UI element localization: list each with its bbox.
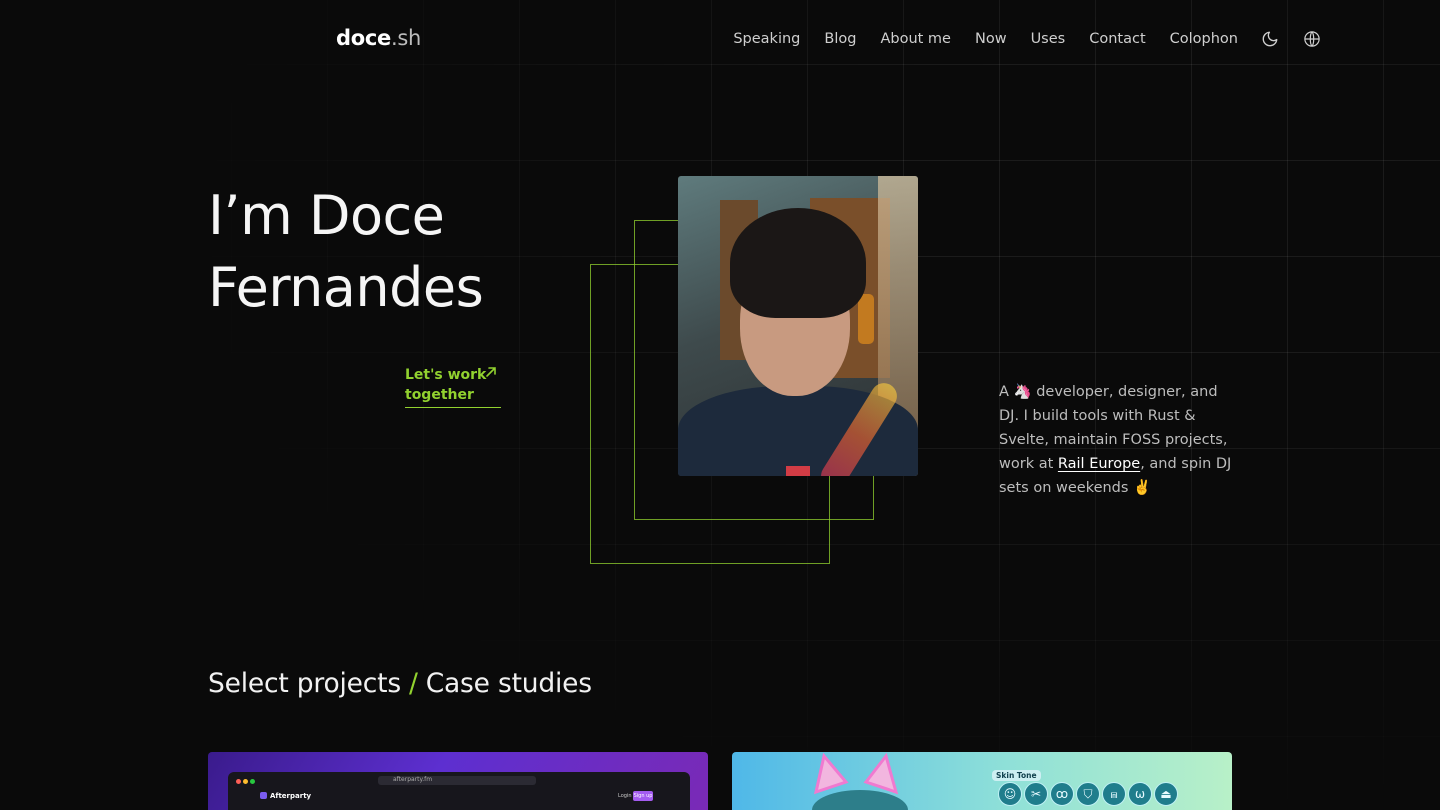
profile-photo: [678, 176, 918, 476]
afterparty-logo: Afterparty: [260, 792, 311, 800]
shirt-icon: ⛉: [1076, 782, 1100, 806]
project-card-avatar-builder[interactable]: Skin Tone ☺ ✂ ꝏ ⛉ ⩎ ω ⏏: [732, 752, 1232, 810]
nav-uses[interactable]: Uses: [1031, 31, 1066, 47]
globe-icon: [1304, 31, 1320, 47]
nav-blog[interactable]: Blog: [824, 31, 856, 47]
afterparty-signup: Sign up: [633, 791, 653, 801]
moon-icon: [1262, 31, 1278, 47]
unicorn-icon: 🦄: [1013, 384, 1032, 400]
main-nav: Speaking Blog About me Now Uses Contact …: [709, 29, 1322, 49]
work-together-link[interactable]: Let's work together: [405, 365, 501, 408]
nav-about-me[interactable]: About me: [880, 31, 951, 47]
eyes-icon: ꝏ: [1050, 782, 1074, 806]
rail-europe-link[interactable]: Rail Europe: [1058, 456, 1140, 472]
hero-title: I’m Doce Fernandes: [208, 180, 484, 324]
projects-section-title: Select projects / Case studies: [208, 668, 592, 699]
window-maximize-dot: [250, 779, 255, 784]
nav-contact[interactable]: Contact: [1089, 31, 1145, 47]
nav-speaking[interactable]: Speaking: [733, 31, 800, 47]
case-studies-title: Case studies: [425, 668, 592, 699]
hero-title-line1: I’m Doce: [208, 184, 445, 247]
avatar-toolbar: ☺ ✂ ꝏ ⛉ ⩎ ω ⏏: [998, 782, 1180, 806]
hero-title-line2: Fernandes: [208, 256, 484, 319]
afterparty-login: Login: [618, 793, 632, 799]
brand-suffix: .sh: [390, 26, 421, 50]
nav-now[interactable]: Now: [975, 31, 1007, 47]
peace-sign-icon: ✌️: [1133, 480, 1152, 496]
window-minimize-dot: [243, 779, 248, 784]
skin-tone-label: Skin Tone: [992, 770, 1041, 781]
pants-icon: ⩎: [1102, 782, 1126, 806]
cta-label: Let's work together: [405, 367, 487, 403]
browser-url: afterparty.fm: [393, 776, 433, 783]
scissors-icon: ✂: [1024, 782, 1048, 806]
site-logo[interactable]: doce.sh: [336, 26, 421, 50]
photo-shirt-tag: [786, 466, 810, 476]
arrow-up-right-icon: [486, 367, 496, 377]
projects-title: Select projects: [208, 668, 401, 699]
theme-toggle-button[interactable]: [1260, 29, 1280, 49]
bio-text: A 🦄 developer, designer, and DJ. I build…: [999, 380, 1239, 500]
photo-bottle: [858, 294, 874, 344]
face-icon: ☺: [998, 782, 1022, 806]
mustache-icon: ω: [1128, 782, 1152, 806]
title-separator: /: [408, 668, 418, 699]
browser-mockup: afterparty.fm Afterparty Login Sign up: [228, 772, 690, 810]
shoe-icon: ⏏: [1154, 782, 1178, 806]
photo-hair: [730, 208, 866, 318]
project-card-afterparty[interactable]: afterparty.fm Afterparty Login Sign up: [208, 752, 708, 810]
bio-prefix: A: [999, 384, 1009, 400]
language-button[interactable]: [1302, 29, 1322, 49]
brand-main: doce: [336, 26, 391, 50]
window-close-dot: [236, 779, 241, 784]
nav-colophon[interactable]: Colophon: [1170, 31, 1238, 47]
